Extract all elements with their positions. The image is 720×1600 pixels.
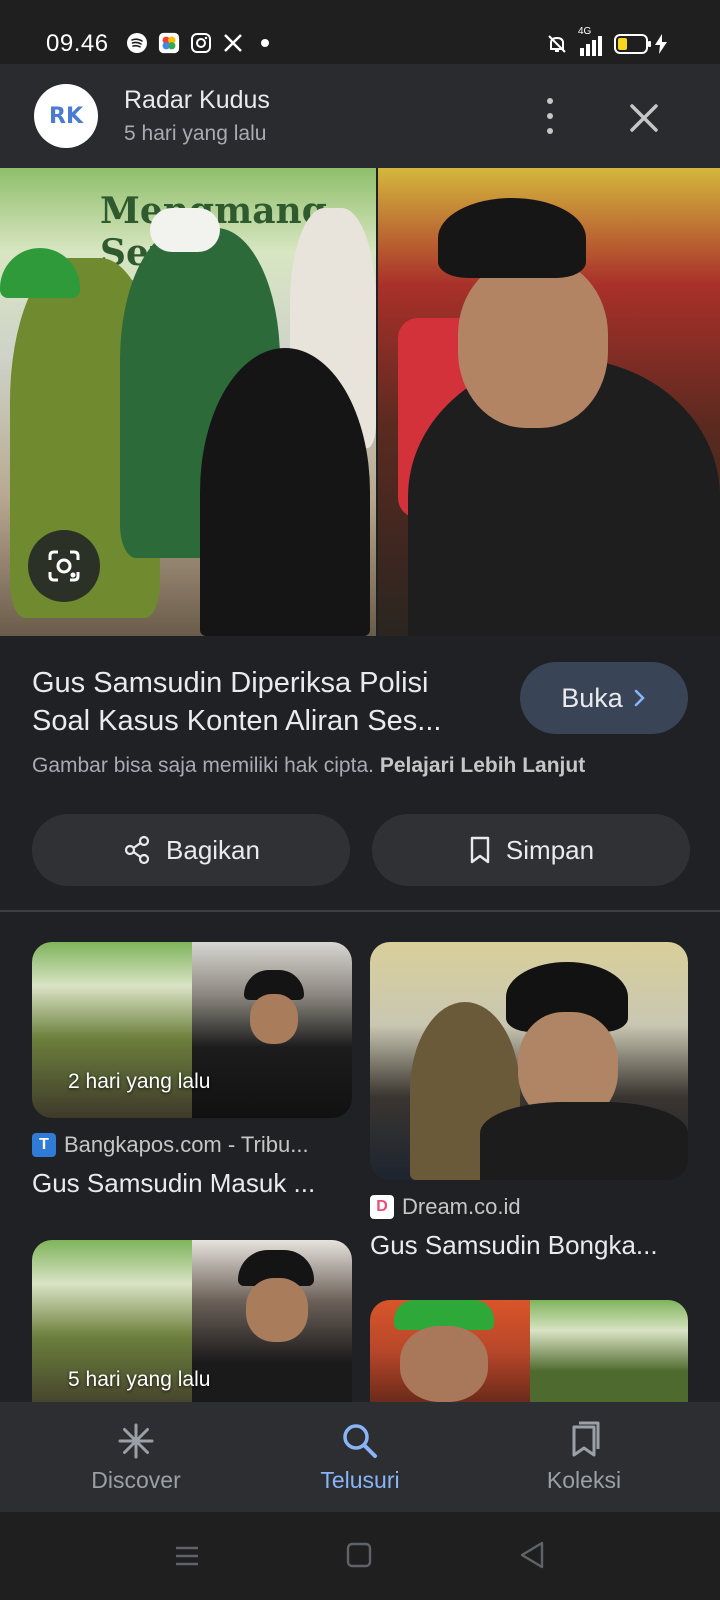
nav-label: Discover [91, 1466, 181, 1493]
nav-search[interactable]: Telusuri [270, 1402, 450, 1512]
result-site: Dream.co.id [402, 1194, 521, 1219]
bookmark-icon [470, 836, 490, 864]
face-shape [458, 258, 608, 428]
open-button-label: Buka [561, 682, 623, 713]
more-notifications-dot-icon [254, 32, 276, 54]
home-square-icon [346, 1542, 372, 1568]
result-site-row: T Bangkapos.com - Tribu... [32, 1132, 352, 1158]
person-figure [200, 348, 370, 636]
search-icon [343, 1423, 377, 1458]
clock: 09.46 [46, 30, 109, 57]
mute-bell-icon [546, 33, 568, 55]
result-date-badge: 2 hari yang lalu [68, 1070, 211, 1093]
result-thumbnail[interactable] [370, 1300, 688, 1402]
hero-image-right-panel [378, 168, 720, 636]
black-cap-shape [438, 198, 586, 278]
result-card-title: Gus Samsudin Bongka... [370, 1230, 658, 1260]
system-icons: 4G [546, 26, 668, 56]
result-date-badge: 5 hari yang lalu [68, 1368, 211, 1391]
source-time: 5 hari yang lalu [124, 122, 267, 145]
result-thumbnail[interactable]: 2 hari yang lalu [32, 942, 352, 1118]
result-card[interactable]: D Dream.co.id Gus Samsudin Bongka... [370, 942, 688, 1261]
bangkapos-favicon-icon: T [32, 1133, 56, 1157]
result-site-row: D Dream.co.id [370, 1194, 688, 1220]
hero-image[interactable]: Mengmang Sengla Macan [0, 168, 720, 636]
recent-apps-button[interactable] [174, 1544, 200, 1573]
open-button[interactable]: Buka [520, 662, 688, 734]
dot-icon [547, 98, 553, 104]
copyright-notice: Gambar bisa saja memiliki hak cipta. Pel… [32, 754, 585, 778]
result-card[interactable]: 5 hari yang lalu [32, 1240, 352, 1402]
result-card-title: Gus Samsudin Masuk ... [32, 1168, 316, 1198]
spotify-icon [126, 32, 148, 54]
status-bar: 09.46 4G [0, 0, 720, 64]
network-type-label: 4G [578, 26, 592, 37]
nav-label: Telusuri [320, 1466, 400, 1493]
result-card[interactable]: 2 hari yang lalu T Bangkapos.com - Tribu… [32, 942, 352, 1199]
menu-icon [176, 1546, 198, 1566]
lens-icon [48, 550, 80, 582]
home-button[interactable] [346, 1542, 372, 1573]
charging-icon [655, 34, 667, 54]
result-thumbnail[interactable] [370, 942, 688, 1180]
share-icon [124, 835, 150, 865]
source-header: RK Radar Kudus 5 hari yang lalu [0, 64, 720, 168]
save-button[interactable]: Simpan [372, 814, 690, 886]
result-site: Bangkapos.com - Tribu... [64, 1132, 309, 1157]
green-cap-shape [0, 248, 80, 298]
chevron-right-icon [634, 689, 645, 707]
signal-icon: 4G [578, 26, 602, 56]
close-icon [630, 104, 658, 132]
share-button[interactable]: Bagikan [32, 814, 350, 886]
dream-favicon-icon: D [370, 1195, 394, 1219]
nav-discover[interactable]: Discover [46, 1402, 226, 1512]
section-divider [0, 910, 720, 912]
dot-icon [547, 128, 553, 134]
lens-search-button[interactable] [28, 530, 100, 602]
back-button[interactable] [518, 1540, 546, 1575]
asterisk-icon [118, 1423, 154, 1458]
back-triangle-icon [520, 1541, 544, 1569]
nav-label: Koleksi [546, 1466, 622, 1493]
learn-more-link[interactable]: Pelajari Lebih Lanjut [380, 754, 585, 777]
system-navigation-bar [0, 1512, 720, 1600]
nav-collections[interactable]: Koleksi [494, 1402, 674, 1512]
notification-icons [126, 32, 276, 54]
save-label: Simpan [505, 834, 595, 865]
dot-icon [547, 113, 553, 119]
source-name[interactable]: Radar Kudus [124, 86, 270, 115]
x-icon [222, 32, 244, 54]
copyright-text: Gambar bisa saja memiliki hak cipta. [32, 754, 374, 777]
source-logo-text: RK [49, 103, 83, 129]
photos-icon [158, 32, 180, 54]
white-cap-shape [150, 208, 220, 252]
collections-icon [572, 1421, 600, 1456]
result-title: Gus Samsudin Diperiksa Polisi Soal Kasus… [32, 667, 442, 737]
bottom-navigation: Discover Telusuri Koleksi [0, 1402, 720, 1512]
close-button[interactable] [624, 98, 664, 138]
battery-icon [614, 33, 668, 55]
source-logo[interactable]: RK [34, 84, 98, 148]
result-card[interactable] [370, 1300, 688, 1402]
more-options-button[interactable] [532, 94, 568, 138]
share-label: Bagikan [166, 834, 260, 865]
instagram-icon [190, 32, 212, 54]
result-thumbnail[interactable]: 5 hari yang lalu [32, 1240, 352, 1402]
